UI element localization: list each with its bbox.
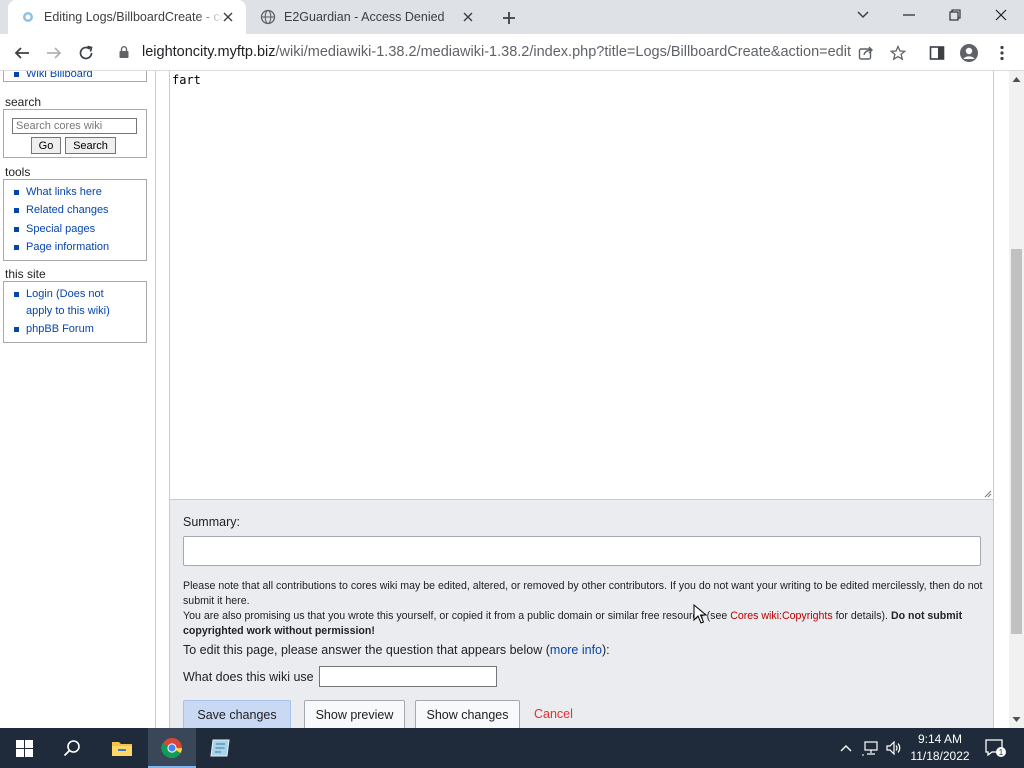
summary-label: Summary: <box>183 515 240 529</box>
question-label: What does this wiki use <box>183 670 314 684</box>
wiki-favicon-icon <box>20 9 36 25</box>
close-window-icon[interactable] <box>978 0 1024 30</box>
new-tab-icon[interactable] <box>498 7 520 29</box>
summary-input[interactable] <box>183 536 981 566</box>
sidebar: Wiki Billboard search Search cores wiki … <box>0 71 156 728</box>
go-button[interactable]: Go <box>31 137 61 154</box>
restore-icon[interactable] <box>932 0 978 30</box>
notice-paragraph-2-end: for details). <box>832 610 891 622</box>
bookmark-star-icon[interactable] <box>885 40 911 66</box>
edit-content: fart Summary: Please note that all contr… <box>157 71 1009 728</box>
tools-heading: tools <box>5 165 31 179</box>
cancel-link[interactable]: Cancel <box>534 707 573 721</box>
search-portlet: Search cores wiki Go Search <box>3 109 147 158</box>
sidebar-item-wiki-billboard[interactable]: Wiki Billboard <box>26 71 93 83</box>
more-info-link[interactable]: more info <box>550 643 602 657</box>
search-input[interactable]: Search cores wiki <box>12 118 137 134</box>
scrollbar-thumb[interactable] <box>1011 249 1022 634</box>
profile-avatar-icon[interactable] <box>956 40 982 66</box>
search-button[interactable]: Search <box>65 137 116 154</box>
notice-paragraph-1: Please note that all contributions to co… <box>183 580 983 607</box>
show-preview-button[interactable]: Show preview <box>304 700 405 728</box>
sidebar-item-login-continued[interactable]: apply to this wiki) <box>26 303 110 320</box>
page-scrollbar[interactable] <box>1009 71 1024 728</box>
file-explorer-icon[interactable] <box>98 728 146 768</box>
address-bar[interactable]: leightoncity.myftp.biz/wiki/mediawiki-1.… <box>142 44 851 60</box>
mouse-cursor-icon <box>693 604 707 624</box>
bullet-icon <box>14 208 19 213</box>
edit-options: Summary: Please note that all contributi… <box>169 500 994 728</box>
sidebar-item-special-pages[interactable]: Special pages <box>26 221 95 238</box>
chevron-up-icon[interactable] <box>836 728 856 768</box>
editor-text: fart <box>172 73 201 87</box>
bullet-icon <box>14 227 19 232</box>
sidebar-item-login[interactable]: Login (Does not <box>26 286 104 303</box>
menu-kebab-icon[interactable] <box>989 40 1015 66</box>
sidebar-item-phpbb-forum[interactable]: phpBB Forum <box>26 321 94 338</box>
question-intro-text: To edit this page, please answer the que… <box>183 643 550 657</box>
close-tab-icon[interactable] <box>220 9 236 25</box>
reload-icon[interactable] <box>73 40 99 66</box>
url-host: leightoncity.myftp.biz <box>142 44 276 60</box>
network-icon[interactable] <box>860 728 882 768</box>
tab-e2guardian[interactable]: E2Guardian - Access Denied <box>248 0 486 34</box>
app-taskbar-icon[interactable] <box>196 728 244 768</box>
question-intro-end: ): <box>602 643 610 657</box>
tab-editing-logs[interactable]: Editing Logs/BillboardCreate - cores wik… <box>8 0 246 34</box>
sidebar-item-what-links-here[interactable]: What links here <box>26 184 102 201</box>
bullet-icon <box>14 292 19 297</box>
clock-date: 11/18/2022 <box>910 749 970 763</box>
chrome-taskbar-icon[interactable] <box>148 728 196 768</box>
search-heading: search <box>5 95 42 109</box>
scroll-up-arrow-icon[interactable] <box>1012 75 1021 84</box>
tab-search-chevron-icon[interactable] <box>840 0 886 30</box>
wikitext-editor[interactable]: fart <box>169 71 994 500</box>
bullet-icon <box>14 327 19 332</box>
side-panel-icon[interactable] <box>924 40 950 66</box>
sidebar-item-page-information[interactable]: Page information <box>26 239 109 256</box>
tab-title: Editing Logs/BillboardCreate - cores wik… <box>44 10 224 24</box>
tab-title: E2Guardian - Access Denied <box>284 10 445 24</box>
volume-icon[interactable] <box>884 728 904 768</box>
browser-tab-strip: Editing Logs/BillboardCreate - cores wik… <box>0 0 1024 34</box>
notice-paragraph-2: You are also promising us that you wrote… <box>183 610 731 622</box>
bullet-icon <box>14 190 19 195</box>
web-page: Wiki Billboard search Search cores wiki … <box>0 71 1009 728</box>
copyrights-link[interactable]: Cores wiki:Copyrights <box>730 610 832 622</box>
notification-center-icon[interactable]: 1 <box>980 728 1010 768</box>
bullet-icon <box>14 245 19 250</box>
forward-arrow-icon[interactable] <box>41 40 67 66</box>
this-site-heading: this site <box>5 267 46 281</box>
bullet-icon <box>14 72 19 77</box>
url-path: /wiki/mediawiki-1.38.2/mediawiki-1.38.2/… <box>275 44 851 60</box>
lock-icon[interactable] <box>117 45 131 59</box>
tools-portlet: What links here Related changes Special … <box>3 179 147 261</box>
sidebar-item-related-changes[interactable]: Related changes <box>26 202 109 219</box>
show-changes-button[interactable]: Show changes <box>415 700 520 728</box>
windows-start-icon[interactable] <box>0 728 48 768</box>
minimize-icon[interactable] <box>886 0 932 30</box>
scroll-down-arrow-icon[interactable] <box>1012 715 1021 724</box>
captcha-answer-input[interactable] <box>319 666 497 687</box>
back-arrow-icon[interactable] <box>9 40 35 66</box>
search-icon[interactable] <box>48 728 96 768</box>
system-clock[interactable]: 9:14 AM 11/18/2022 <box>904 731 976 765</box>
browser-toolbar: leightoncity.myftp.biz/wiki/mediawiki-1.… <box>0 34 1024 71</box>
copyright-notice: Please note that all contributions to co… <box>183 579 983 639</box>
windows-taskbar: 9:14 AM 11/18/2022 1 <box>0 728 1024 768</box>
save-changes-button[interactable]: Save changes <box>183 700 291 728</box>
clock-time: 9:14 AM <box>917 732 963 746</box>
globe-icon <box>260 9 276 25</box>
navigation-portlet: Wiki Billboard <box>3 71 147 82</box>
resize-handle-icon[interactable] <box>984 490 992 498</box>
notification-count: 1 <box>999 748 1004 757</box>
close-tab-icon[interactable] <box>460 9 476 25</box>
share-icon[interactable] <box>853 40 879 66</box>
this-site-portlet: Login (Does not apply to this wiki) phpB… <box>3 281 147 343</box>
question-intro: To edit this page, please answer the que… <box>183 643 610 657</box>
